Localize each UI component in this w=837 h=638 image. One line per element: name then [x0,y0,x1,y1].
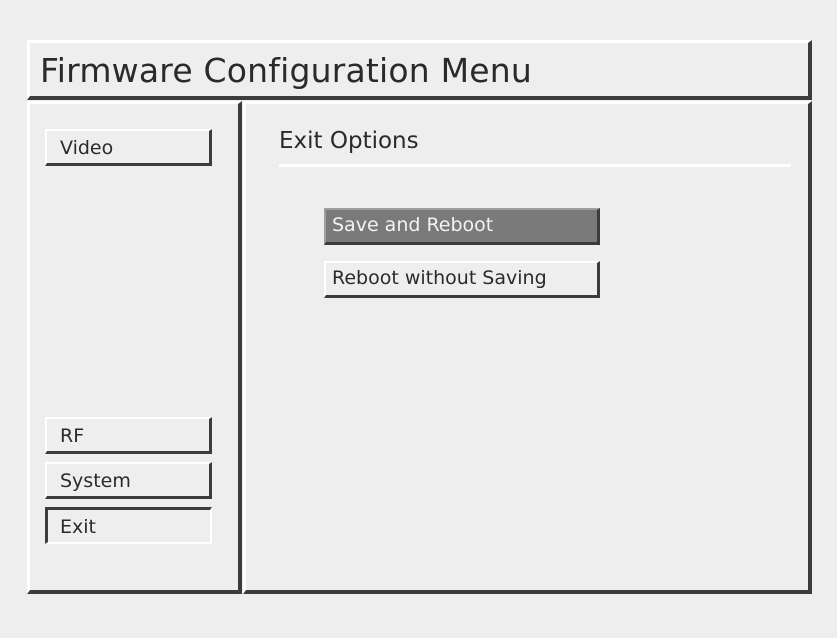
sidebar-item-video[interactable]: Video [45,129,212,166]
sidebar-item-rf[interactable]: RF [45,417,212,454]
save-and-reboot-button[interactable]: Save and Reboot [324,208,600,245]
sidebar: Video RF System Exit [27,101,242,594]
title-bar: Firmware Configuration Menu [27,40,812,100]
section-title: Exit Options [279,128,419,154]
page-title: Firmware Configuration Menu [40,51,533,90]
reboot-without-saving-button[interactable]: Reboot without Saving [324,261,600,298]
sidebar-item-exit[interactable]: Exit [45,507,212,544]
section-divider [279,164,791,167]
content-panel: Exit Options Save and Reboot Reboot with… [243,101,812,594]
sidebar-item-system[interactable]: System [45,462,212,499]
